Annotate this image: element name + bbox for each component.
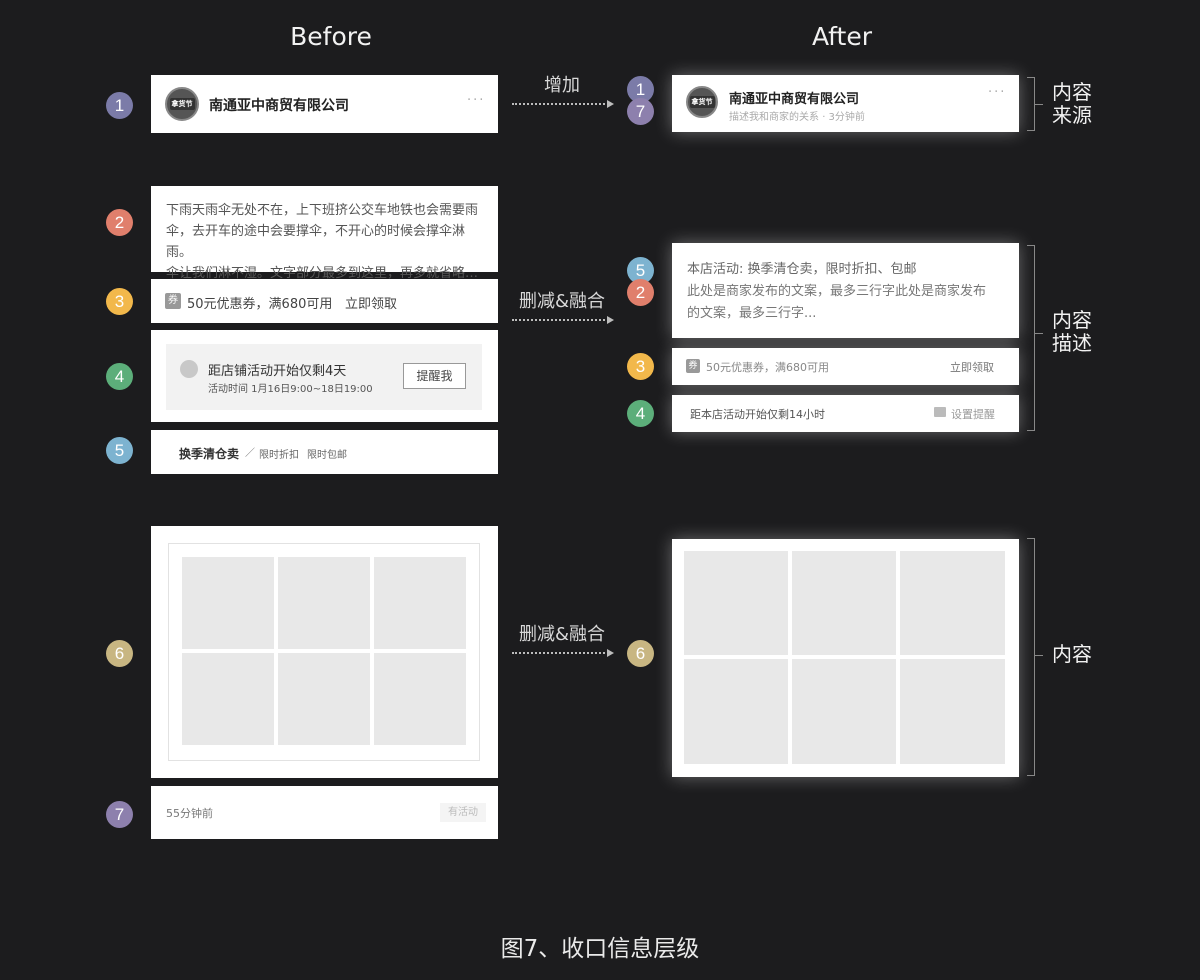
after-image-card [672,539,1019,777]
before-reminder-card: 距店铺活动开始仅剩4天 活动时间 1月16日9:00~18日19:00 提醒我 [151,330,498,422]
shop-logo: 拿货节 [686,86,718,118]
arrow-head-icon [607,649,614,657]
shop-logo-text: 拿货节 [689,96,715,108]
reminder-text: 距本店活动开始仅剩14小时 [690,408,825,421]
side-label-line: 内容 [1052,80,1092,104]
side-label-line: 内容 [1052,308,1092,332]
activity-tag: 限时包邮 [307,450,347,461]
before-image-card [151,526,498,778]
after-heading: After [811,22,873,51]
image-thumbnail[interactable] [278,653,370,745]
after-reminder-card: 距本店活动开始仅剩14小时 设置提醒 [672,395,1019,432]
badge-7-before: 7 [106,801,133,828]
badge-4-after: 4 [627,400,654,427]
reminder-time: 活动时间 1月16日9:00~18日19:00 [208,384,373,395]
remind-me-button[interactable]: 提醒我 [403,363,466,389]
shop-activity-icon [180,360,198,378]
before-activity-card: 换季清仓卖 ／ 限时折扣 限时包邮 [151,430,498,474]
before-heading: Before [290,22,372,51]
more-dots-icon[interactable]: ··· [467,93,485,108]
text-line: 下雨天雨伞无处不在，上下班挤公交车地铁也会需要雨 [166,203,479,218]
set-reminder-link[interactable]: 设置提醒 [951,406,995,422]
image-thumbnail[interactable] [900,659,1005,764]
badge-4-before: 4 [106,363,133,390]
image-thumbnail[interactable] [182,557,274,649]
image-thumbnail[interactable] [374,557,466,649]
coupon-tag-icon: 券 [686,359,700,373]
side-label-line: 描述 [1052,331,1092,355]
activity-tag: 限时折扣 [259,450,299,461]
image-thumbnail[interactable] [374,653,466,745]
before-header-card: 拿货节 南通亚中商贸有限公司 ··· [151,75,498,133]
text-line: 伞，去开车的途中会要撑伞，不开心的时候会撑伞淋雨。 [166,224,466,260]
arrow-merge-label: 删减&融合 [518,291,606,312]
text-line: 的文案，最多三行字... [687,306,817,321]
image-grid-frame [168,543,480,761]
coupon-claim-link[interactable]: 立即领取 [950,359,994,375]
more-dots-icon[interactable]: ··· [988,85,1006,100]
coupon-claim-link[interactable]: 立即领取 [345,293,397,312]
post-time: · 3分钟前 [822,112,865,123]
arrow-add-line [512,103,609,105]
image-thumbnail[interactable] [900,551,1005,655]
relation-text: 描述我和商家的关系 [729,112,819,123]
arrow-head-icon [607,316,614,324]
shop-name: 南通亚中商贸有限公司 [209,98,349,114]
activity-line: 本店活动: 换季清仓卖，限时折扣、包邮 [687,262,917,277]
after-coupon-card[interactable]: 券 50元优惠券，满680可用 立即领取 [672,348,1019,385]
arrow-merge-line [512,652,609,654]
activity-separator: ／ [245,448,255,459]
badge-1-before: 1 [106,92,133,119]
post-time: 55分钟前 [166,807,213,820]
after-desc-card: 本店活动: 换季清仓卖，限时折扣、包邮 此处是商家发布的文案，最多三行字此处是商… [672,243,1019,338]
bracket-desc [1027,245,1035,431]
image-thumbnail[interactable] [792,551,896,655]
image-thumbnail[interactable] [684,551,788,655]
activity-tag-badge: 有活动 [440,803,486,822]
shop-logo-text: 拿货节 [169,98,195,110]
before-coupon-card[interactable]: 券 50元优惠券，满680可用 立即领取 [151,279,498,323]
image-thumbnail[interactable] [792,659,896,764]
reminder-panel: 距店铺活动开始仅剩4天 活动时间 1月16日9:00~18日19:00 提醒我 [166,344,482,410]
coupon-text: 50元优惠券，满680可用 [706,361,829,374]
arrow-head-icon [607,100,614,108]
arrow-merge-line [512,319,609,321]
badge-2-after: 2 [627,279,654,306]
side-label-content: 内容 [1052,642,1092,666]
reminder-days: 4天 [325,364,347,379]
badge-6-after: 6 [627,640,654,667]
badge-5-before: 5 [106,437,133,464]
before-footer-card: 55分钟前 有活动 [151,786,498,839]
figure-caption: 图7、收口信息层级 [500,936,700,962]
header-meta: 描述我和商家的关系 · 3分钟前 [729,108,865,123]
shop-name: 南通亚中商贸有限公司 [729,92,860,107]
badge-3-after: 3 [627,353,654,380]
image-thumbnail[interactable] [684,659,788,764]
image-thumbnail[interactable] [278,557,370,649]
reminder-title-prefix: 距店铺活动开始仅剩 [208,364,326,379]
badge-3-before: 3 [106,288,133,315]
bracket-source [1027,77,1035,131]
arrow-add-label: 增加 [544,75,580,96]
side-label-line: 来源 [1052,103,1092,127]
coupon-tag-icon: 券 [165,293,181,309]
badge-2-before: 2 [106,209,133,236]
badge-7-after: 7 [627,98,654,125]
coupon-text: 50元优惠券，满680可用 [187,297,333,312]
bracket-content [1027,538,1035,776]
arrow-merge-label: 删减&融合 [518,624,606,645]
after-header-card: 拿货节 南通亚中商贸有限公司 描述我和商家的关系 · 3分钟前 ··· [672,75,1019,132]
calendar-check-icon [934,407,946,417]
before-text-card: 下雨天雨伞无处不在，上下班挤公交车地铁也会需要雨 伞，去开车的途中会要撑伞，不开… [151,186,498,281]
text-line: 此处是商家发布的文案，最多三行字此处是商家发布 [687,284,987,299]
shop-logo: 拿货节 [165,87,199,121]
reminder-title: 距店铺活动开始仅剩4天 [208,360,346,379]
side-label-source: 内容 来源 [1042,81,1102,127]
side-label-desc: 内容 描述 [1042,309,1102,355]
badge-6-before: 6 [106,640,133,667]
image-thumbnail[interactable] [182,653,274,745]
activity-name: 换季清仓卖 [179,447,240,461]
